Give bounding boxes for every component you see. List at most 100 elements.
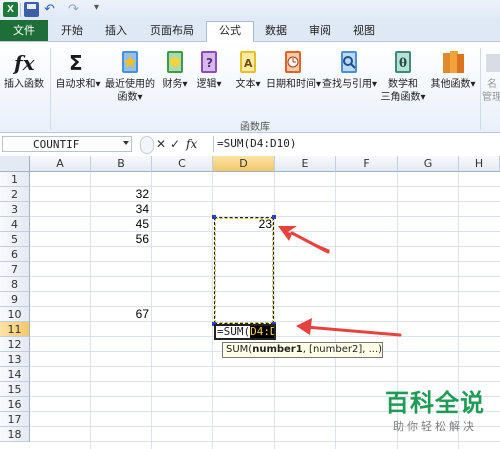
lookup-reference-button[interactable]: 查找与引用▾ [322,48,378,91]
row-header-6[interactable]: 6 [0,247,30,262]
name-manager-label-2: 管理 [482,92,500,103]
cell-b5[interactable]: 56 [91,232,149,247]
text-book-icon: A [236,48,260,76]
ribbon-tabs: 文件 开始 插入 页面布局 公式 数据 审阅 视图 [0,20,500,42]
formula-input[interactable]: =SUM(D4:D10) [213,136,500,152]
tab-data[interactable]: 数据 [256,22,296,40]
tab-review[interactable]: 审阅 [300,22,340,40]
recently-used-button[interactable]: 最近使用的 函数▾ [102,48,158,104]
save-icon[interactable] [24,2,39,17]
row-header-1[interactable]: 1 [0,172,30,187]
tab-view[interactable]: 视图 [344,22,384,40]
undo-icon[interactable]: ↶ [44,2,59,17]
logical-book-icon: ? [197,48,221,76]
sigma-icon: Σ [66,48,90,76]
math-trig-label-1: 数学和 [388,79,418,90]
star-book-icon [118,48,142,76]
cancel-icon[interactable]: ✕ [156,137,166,151]
tab-formulas[interactable]: 公式 [206,21,254,42]
highlighted-range-reference: D4:D10 [250,326,274,338]
chevron-down-icon: ▾ [316,79,322,90]
tab-home[interactable]: 开始 [52,22,92,40]
redo-icon[interactable]: ↷ [68,2,83,17]
function-argument-tooltip[interactable]: SUM(number1, [number2], ...) [222,342,383,358]
toolbar-divider [20,3,21,17]
row-header-5[interactable]: 5 [0,232,30,247]
column-header-a[interactable]: A [30,156,91,172]
row-header-16[interactable]: 16 [0,397,30,412]
column-header-h[interactable]: H [459,156,500,172]
range-handle[interactable] [212,215,216,219]
datetime-label: 日期和时间 [266,79,316,90]
insert-function-button[interactable]: fx 插入函数 [2,48,46,91]
tooltip-remaining-arguments: , [number2], ...) [302,344,383,355]
logical-button[interactable]: ? 逻辑▾ [194,48,224,91]
column-header-c[interactable]: C [152,156,213,172]
column-gridline [151,172,152,449]
row-header-15[interactable]: 15 [0,382,30,397]
range-handle[interactable] [272,215,276,219]
tab-insert[interactable]: 插入 [96,22,136,40]
range-selection-marquee [214,217,274,324]
row-header-18[interactable]: 18 [0,427,30,442]
watermark-logo: 百科全说 助你轻松解决 [372,388,498,444]
name-box[interactable]: COUNTIF [2,136,132,152]
row-header-8[interactable]: 8 [0,277,30,292]
row-header-2[interactable]: 2 [0,187,30,202]
chevron-down-icon: ▾ [372,79,378,90]
row-header-9[interactable]: 9 [0,292,30,307]
recently-used-label-1: 最近使用的 [105,79,155,90]
quick-access-toolbar: X ↶ ↷ ▾ [0,0,500,21]
cell-b3[interactable]: 34 [91,202,149,217]
formula-bar-resize-handle[interactable] [140,136,154,154]
row-header-12[interactable]: 12 [0,337,30,352]
more-functions-button[interactable]: 其他函数▾ [428,48,478,91]
enter-icon[interactable]: ✓ [170,137,180,151]
cell-b10[interactable]: 67 [91,307,149,322]
math-trig-button[interactable]: θ 数学和 三角函数▾ [378,48,428,104]
watermark-tagline: 助你轻松解决 [393,420,477,433]
cell-d11-editor[interactable]: =SUM(D4:D10 [214,324,276,340]
column-gridline [335,172,336,449]
autosum-button[interactable]: Σ 自动求和▾ [54,48,102,91]
logical-label: 逻辑 [196,79,217,90]
column-header-e[interactable]: E [275,156,336,172]
row-header-13[interactable]: 13 [0,352,30,367]
column-gridline [212,172,213,449]
function-library-group-label: 函数库 [240,122,270,133]
row-header-17[interactable]: 17 [0,412,30,427]
tab-file[interactable]: 文件 [0,20,48,41]
chevron-down-icon: ▾ [182,79,188,90]
chevron-down-icon[interactable] [123,141,129,145]
name-manager-button[interactable]: 名 管理 [482,48,500,104]
row-header-11[interactable]: 11 [0,322,30,337]
column-header-b[interactable]: B [91,156,152,172]
excel-app-icon: X [3,2,18,17]
svg-text:A: A [244,57,253,70]
ribbon-divider [50,48,51,130]
insert-function-label: 插入函数 [4,79,44,90]
row-gridline [30,381,500,382]
datetime-button[interactable]: 日期和时间▾ [266,48,322,91]
select-all-corner[interactable] [0,156,30,172]
column-header-g[interactable]: G [398,156,459,172]
row-header-3[interactable]: 3 [0,202,30,217]
cell-b4[interactable]: 45 [91,217,149,232]
row-header-14[interactable]: 14 [0,367,30,382]
math-trig-label-2: 三角函数 [380,92,421,103]
column-header-d[interactable]: D [213,156,275,172]
row-header-4[interactable]: 4 [0,217,30,232]
text-button[interactable]: A 文本▾ [232,48,264,91]
insert-function-icon[interactable]: fx [186,137,197,151]
customize-toolbar-icon[interactable]: ▾ [94,2,99,13]
tab-page-layout[interactable]: 页面布局 [140,22,204,40]
row-header-7[interactable]: 7 [0,262,30,277]
row-header-10[interactable]: 10 [0,307,30,322]
svg-text:?: ? [206,56,213,70]
formula-prefix: =SUM( [217,325,251,338]
financial-button[interactable]: 财务▾ [160,48,190,91]
column-header-f[interactable]: F [336,156,398,172]
cell-b2[interactable]: 32 [91,187,149,202]
calendar-book-icon [281,48,305,76]
tooltip-function-name: SUM( [226,344,253,355]
